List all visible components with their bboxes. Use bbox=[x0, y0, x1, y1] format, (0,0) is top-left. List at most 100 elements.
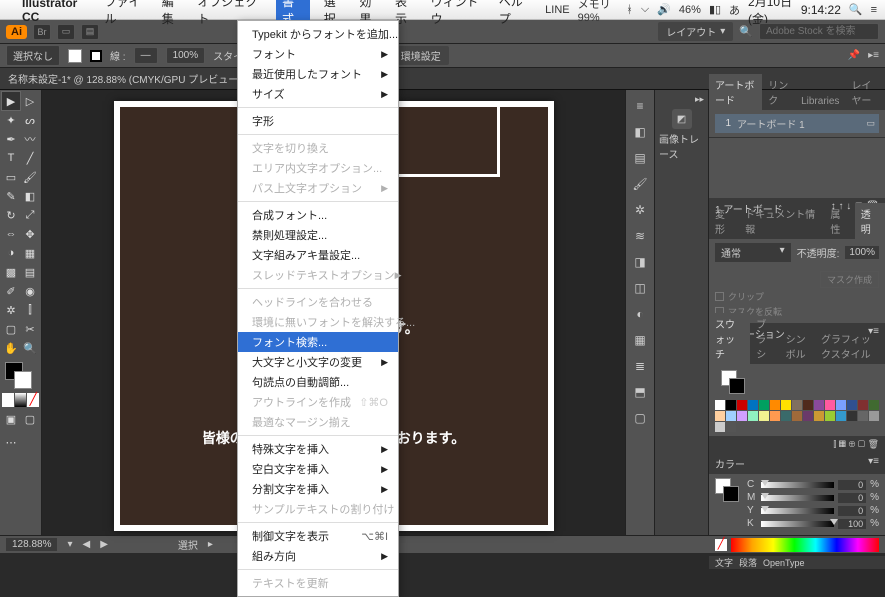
menu-item[interactable]: 組み方向▶ bbox=[238, 546, 398, 566]
opacity-value-field[interactable]: 100% bbox=[845, 246, 879, 259]
dock-color-icon[interactable]: ◧ bbox=[630, 122, 650, 142]
menu-item[interactable]: 特殊文字を挿入▶ bbox=[238, 439, 398, 459]
color-fillstroke-chip[interactable] bbox=[715, 478, 739, 502]
menu-item[interactable]: 空白文字を挿入▶ bbox=[238, 459, 398, 479]
swatch[interactable] bbox=[847, 400, 857, 410]
eyedropper-tool[interactable]: ✐ bbox=[2, 282, 20, 300]
none-color-icon[interactable]: ╱ bbox=[715, 539, 727, 551]
swatch[interactable] bbox=[759, 411, 769, 421]
channel-slider[interactable] bbox=[761, 495, 834, 501]
color-panel-header[interactable]: カラー▾≡ bbox=[709, 453, 885, 474]
image-trace-button[interactable]: ◩ 画像トレース bbox=[659, 105, 704, 165]
swatch[interactable] bbox=[715, 422, 725, 432]
free-transform-tool[interactable]: ✥ bbox=[21, 225, 39, 243]
dock-artboards-icon[interactable]: ▢ bbox=[630, 408, 650, 428]
channel-slider[interactable] bbox=[761, 521, 834, 527]
swatch[interactable] bbox=[759, 400, 769, 410]
tab-opentype[interactable]: OpenType bbox=[763, 558, 805, 568]
layout-dropdown[interactable]: レイアウト▾ bbox=[658, 22, 733, 41]
menu-item[interactable]: 禁則処理設定... bbox=[238, 225, 398, 245]
paintbrush-tool[interactable]: 🖌 bbox=[21, 168, 39, 186]
menu-item[interactable]: 文字組みアキ量設定... bbox=[238, 245, 398, 265]
prefs-button[interactable]: 環境設定 bbox=[393, 46, 449, 65]
tab-swatches[interactable]: スウォッチ bbox=[709, 313, 750, 364]
dock-asset-icon[interactable]: ⬒ bbox=[630, 382, 650, 402]
graph-tool[interactable]: ⫿ bbox=[21, 301, 39, 319]
zoom-field[interactable]: 128.88% bbox=[6, 538, 57, 551]
perspective-tool[interactable]: ▦ bbox=[21, 244, 39, 262]
lasso-tool[interactable]: ᔕ bbox=[21, 111, 39, 129]
color-mode-icon[interactable] bbox=[2, 393, 14, 407]
channel-value[interactable]: 0 bbox=[838, 480, 866, 490]
dock-layers-icon[interactable]: ≣ bbox=[630, 356, 650, 376]
edit-toolbar-icon[interactable]: ⋯ bbox=[2, 433, 20, 451]
scale-tool[interactable]: ⤢ bbox=[21, 206, 39, 224]
menu-item[interactable]: 合成フォント... bbox=[238, 205, 398, 225]
tab-links[interactable]: リンク bbox=[762, 74, 795, 110]
zoom-tool[interactable]: 🔍 bbox=[21, 339, 39, 357]
menu-item[interactable]: 句読点の自動調節... bbox=[238, 372, 398, 392]
blend-mode-dropdown[interactable]: 通常▾ bbox=[715, 243, 791, 262]
tab-brushes[interactable]: ブラシ bbox=[750, 313, 779, 364]
clip-checkbox[interactable] bbox=[715, 292, 724, 301]
document-tab[interactable]: 名称未設定-1* @ 128.88% (CMYK/GPU プレビュー) bbox=[8, 71, 242, 86]
swatch[interactable] bbox=[737, 411, 747, 421]
notif-icon[interactable]: ≡ bbox=[871, 4, 877, 16]
shape-builder-tool[interactable]: ◑ bbox=[2, 244, 20, 262]
tab-symbols[interactable]: シンボル bbox=[780, 328, 815, 364]
swatch[interactable] bbox=[770, 411, 780, 421]
channel-slider[interactable] bbox=[761, 482, 834, 488]
swatch[interactable] bbox=[792, 411, 802, 421]
magic-wand-tool[interactable]: ✦ bbox=[2, 111, 20, 129]
swatch[interactable] bbox=[825, 400, 835, 410]
menu-item[interactable]: 分割文字を挿入▶ bbox=[238, 479, 398, 499]
swatch[interactable] bbox=[858, 400, 868, 410]
slice-tool[interactable]: ✂ bbox=[21, 320, 39, 338]
channel-slider[interactable] bbox=[761, 508, 834, 514]
chrome-icon-2[interactable]: ▤ bbox=[81, 24, 99, 40]
screen-mode-normal[interactable]: ▣ bbox=[2, 412, 20, 426]
menu-window[interactable]: ウィンドウ bbox=[431, 0, 485, 27]
curvature-tool[interactable]: 〰 bbox=[21, 130, 39, 148]
rotate-tool[interactable]: ↻ bbox=[2, 206, 20, 224]
swatch[interactable] bbox=[726, 411, 736, 421]
menu-item[interactable]: フォント検索... bbox=[238, 332, 398, 352]
channel-value[interactable]: 0 bbox=[838, 506, 866, 516]
menu-item[interactable]: 字形 bbox=[238, 111, 398, 131]
blend-tool[interactable]: ◉ bbox=[21, 282, 39, 300]
dock-swatch-icon[interactable]: ▤ bbox=[630, 148, 650, 168]
line-tool[interactable]: ╱ bbox=[21, 149, 39, 167]
tab-transform[interactable]: 変形 bbox=[709, 203, 739, 239]
bridge-icon[interactable]: Br bbox=[33, 24, 51, 40]
menu-app-name[interactable]: Illustrator CC bbox=[22, 0, 90, 24]
swatch[interactable] bbox=[781, 400, 791, 410]
screen-mode-full[interactable]: ▢ bbox=[21, 412, 39, 426]
channel-value[interactable]: 100 bbox=[838, 519, 866, 529]
tab-graphic-styles[interactable]: グラフィックスタイル bbox=[815, 328, 885, 364]
type-tool[interactable]: T bbox=[2, 149, 20, 167]
swatch[interactable] bbox=[726, 422, 736, 432]
selection-tool[interactable]: ▶ bbox=[2, 92, 20, 110]
panel-menu-icon[interactable]: ▸≡ bbox=[868, 50, 879, 61]
tab-docinfo[interactable]: ドキュメント情報 bbox=[739, 203, 824, 239]
swatch[interactable] bbox=[847, 411, 857, 421]
stock-search-input[interactable] bbox=[759, 23, 879, 40]
rectangle-tool[interactable]: ▭ bbox=[2, 168, 20, 186]
swatch[interactable] bbox=[737, 400, 747, 410]
dock-symbol-icon[interactable]: ✲ bbox=[630, 200, 650, 220]
tab-transparency[interactable]: 透明 bbox=[855, 203, 885, 239]
shaper-tool[interactable]: ✎ bbox=[2, 187, 20, 205]
swatch[interactable] bbox=[825, 411, 835, 421]
direct-selection-tool[interactable]: ▷ bbox=[21, 92, 39, 110]
menu-help[interactable]: ヘルプ bbox=[499, 0, 531, 27]
width-tool[interactable]: ⇔ bbox=[2, 225, 20, 243]
make-mask-button[interactable]: マスク作成 bbox=[820, 271, 879, 288]
opacity-field[interactable]: 100% bbox=[166, 47, 206, 64]
swatch[interactable] bbox=[836, 400, 846, 410]
artboard-options-icon[interactable]: ▭ bbox=[866, 118, 875, 129]
tab-character[interactable]: 文字 bbox=[715, 556, 733, 569]
swatch[interactable] bbox=[748, 411, 758, 421]
mesh-tool[interactable]: ▩ bbox=[2, 263, 20, 281]
swatch[interactable] bbox=[814, 411, 824, 421]
swatch[interactable] bbox=[748, 400, 758, 410]
